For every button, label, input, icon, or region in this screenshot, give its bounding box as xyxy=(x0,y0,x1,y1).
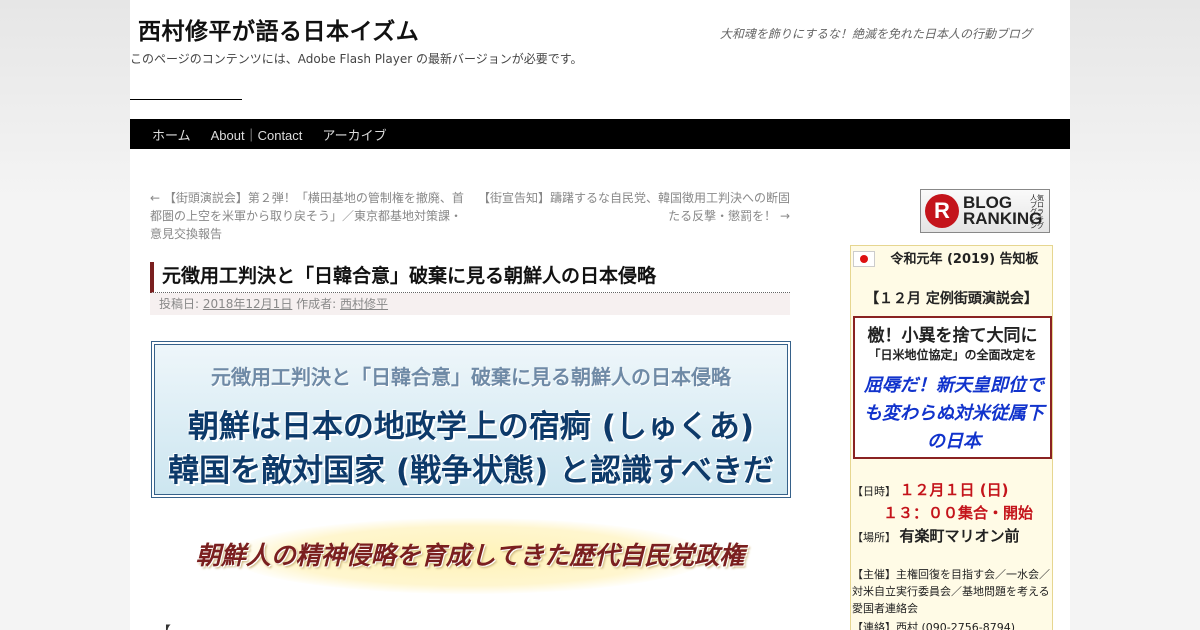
banner-subtitle: 元徴用工判決と「日韓合意」破棄に見る朝鮮人の日本侵略 xyxy=(211,365,731,389)
place-value: 有楽町マリオン前 xyxy=(899,527,1020,545)
headline-banner-inner: 元徴用工判決と「日韓合意」破棄に見る朝鮮人の日本侵略 朝鮮は日本の地政学上の宿痾… xyxy=(154,344,788,495)
page-container: 西村修平が語る日本イズム 大和魂を飾りにするな！絶滅を免れた日本人の行動ブログ … xyxy=(130,0,1070,630)
ranking-small-text: 人気ブログランキング xyxy=(1030,194,1044,230)
theme-line-3: 屈辱だ！新天皇即位でも変わらぬ対米従属下の日本 xyxy=(864,375,1044,452)
section-banner-text: 朝鮮人の精神侵略を育成してきた歴代自民党政権 xyxy=(195,541,745,570)
banner-headline-1: 朝鮮は日本の地政学上の宿痾 (しゅくあ) xyxy=(187,409,755,445)
site-title[interactable]: 西村修平が語る日本イズム xyxy=(138,12,419,46)
notice-board-title: 令和元年 (2019) 告知板 xyxy=(890,252,1039,267)
theme-line-1: 檄！小異を捨て大同に xyxy=(867,326,1038,346)
event-organizer: 【主催】主権回復を目指す会／一水会／対米自立実行委員会／基地問題を考える愛国者連… xyxy=(852,568,1050,615)
headline-banner: 元徴用工判決と「日韓合意」破棄に見る朝鮮人の日本侵略 朝鮮は日本の地政学上の宿痾… xyxy=(151,341,791,498)
post-meta: 投稿日: 2018年12月1日 作成者: 西村修平 xyxy=(150,293,790,315)
date-value: １２月１日 (日) xyxy=(899,481,1009,499)
previous-post-link[interactable]: ← 【街頭演説会】第２弾！「横田基地の管制権を撤廃、首都圏の上空を米軍から取り戻… xyxy=(150,189,468,243)
post-date-link[interactable]: 2018年12月1日 xyxy=(203,297,292,311)
event-time: １３：００集合・開始 xyxy=(883,504,1034,522)
next-section-start: 【 xyxy=(156,621,171,630)
nav-item-archive[interactable]: アーカイブ xyxy=(312,125,396,144)
ranking-logo-icon: R xyxy=(925,194,959,228)
japan-flag-icon xyxy=(853,251,875,267)
section-banner: 朝鮮人の精神侵略を育成してきた歴代自民党政権 xyxy=(150,516,790,596)
notice-board: 令和元年 (2019) 告知板 【１２月 定例街頭演説会】 檄！小異を捨て大同に… xyxy=(850,245,1053,630)
nav-item-home[interactable]: ホーム xyxy=(142,125,201,144)
site-description: 大和魂を飾りにするな！絶滅を免れた日本人の行動ブログ xyxy=(719,27,1032,41)
nav-item-about-contact[interactable]: About｜Contact xyxy=(201,125,313,144)
main-nav: ホーム About｜Contact アーカイブ xyxy=(130,119,1070,149)
author-label: 作成者: xyxy=(296,297,337,311)
header-divider xyxy=(130,99,242,100)
event-date-row: 【日時】 １２月１日 (日) xyxy=(852,479,1008,500)
event-place-row: 【場所】 有楽町マリオン前 xyxy=(852,525,1020,546)
flash-player-notice: このページのコンテンツには、Adobe Flash Player の最新バージョ… xyxy=(130,52,583,66)
event-theme-box: 檄！小異を捨て大同に 「日米地位協定」の全面改定を 屈辱だ！新天皇即位でも変わら… xyxy=(853,316,1052,459)
theme-line-2: 「日米地位協定」の全面改定を xyxy=(868,348,1037,362)
post-author-link[interactable]: 西村修平 xyxy=(340,297,388,311)
blog-ranking-banner[interactable]: R BLOG RANKING 人気ブログランキング xyxy=(920,189,1050,233)
next-post-link[interactable]: 【街宣告知】躊躇するな自民党、韓国徴用工判決への断固たる反撃・懲罰を！ → xyxy=(475,189,790,225)
event-title: 【１２月 定例街頭演説会】 xyxy=(865,291,1038,307)
posted-label: 投稿日: xyxy=(159,297,200,311)
place-label: 【場所】 xyxy=(852,531,896,544)
date-label: 【日時】 xyxy=(852,485,896,498)
post-title: 元徴用工判決と「日韓合意」破棄に見る朝鮮人の日本侵略 xyxy=(150,262,790,293)
banner-headline-2: 韓国を敵対国家 (戦争状態) と認識すべきだ xyxy=(168,453,774,489)
event-contact: 【連絡】西村 (090-2756-8794) xyxy=(852,621,1016,630)
